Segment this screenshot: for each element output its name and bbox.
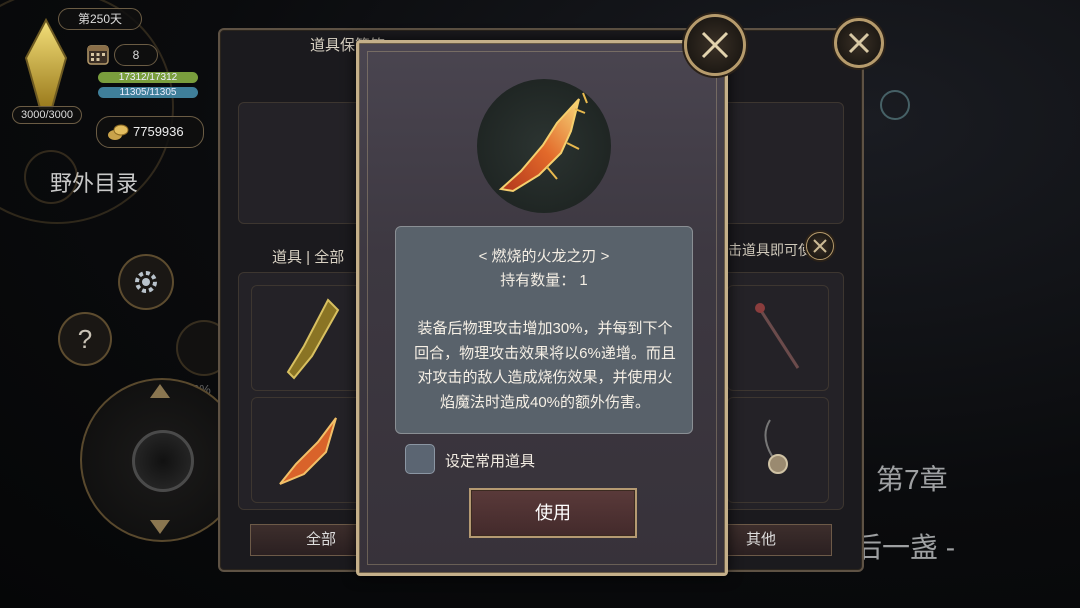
close-icon bbox=[848, 32, 870, 54]
gold-coins-icon bbox=[108, 124, 129, 140]
mp-bar: 11305/11305 bbox=[98, 87, 198, 98]
gold-amount: 7759936 bbox=[133, 124, 184, 139]
staff-icon bbox=[755, 303, 800, 369]
question-mark-icon: ? bbox=[77, 324, 93, 354]
calendar-count: 8 bbox=[114, 44, 158, 66]
use-button[interactable]: 使用 bbox=[469, 488, 637, 538]
item-slot[interactable] bbox=[251, 397, 363, 503]
item-description: 装备后物理攻击增加30%，并每到下个回合，物理攻击效果将以6%递增。而且对攻击的… bbox=[414, 320, 676, 411]
help-button[interactable]: ? bbox=[58, 312, 112, 366]
storage-close-button[interactable] bbox=[834, 18, 884, 68]
chapter-title: 第7章 bbox=[876, 464, 948, 495]
joystick-arrow-icon bbox=[150, 520, 170, 534]
joystick-knob[interactable] bbox=[132, 430, 194, 492]
joystick-arrow-icon bbox=[150, 384, 170, 398]
flame-dragon-blade-icon bbox=[279, 417, 337, 485]
category-label: 道具 | 全部 bbox=[272, 249, 345, 266]
item-icon-frame bbox=[477, 79, 611, 213]
scene-emblem-icon bbox=[880, 90, 910, 120]
set-favorite-label: 设定常用道具 bbox=[445, 453, 536, 470]
settings-button[interactable] bbox=[118, 254, 174, 310]
close-icon bbox=[813, 239, 827, 253]
calendar-icon[interactable] bbox=[86, 42, 110, 66]
close-icon bbox=[701, 31, 729, 59]
item-slot[interactable] bbox=[727, 397, 829, 503]
item-slot[interactable] bbox=[727, 285, 829, 391]
item-quantity: 持有数量： 1 bbox=[500, 272, 588, 289]
quick-use-toggle[interactable] bbox=[806, 232, 834, 260]
menu-grid-icon[interactable] bbox=[24, 150, 78, 204]
set-favorite-checkbox[interactable] bbox=[405, 444, 435, 474]
gear-icon bbox=[135, 271, 157, 293]
stamina-counter: 3000/3000 bbox=[12, 106, 82, 124]
day-counter: 第250天 bbox=[58, 8, 142, 30]
item-name: < 燃烧的火龙之刃 > bbox=[478, 248, 610, 265]
energy-crystal-icon bbox=[24, 18, 68, 109]
item-description-box: < 燃烧的火龙之刃 > 持有数量： 1 装备后物理攻击增加30%，并每到下个回合… bbox=[395, 226, 693, 434]
amulet-icon bbox=[764, 419, 788, 474]
hp-bar: 17312/17312 bbox=[98, 72, 198, 83]
item-detail-dialog: < 燃烧的火龙之刃 > 持有数量： 1 装备后物理攻击增加30%，并每到下个回合… bbox=[356, 40, 728, 576]
dialog-close-button[interactable] bbox=[684, 14, 746, 76]
flame-dragon-blade-icon bbox=[498, 92, 588, 193]
gold-display: 7759936 bbox=[96, 116, 204, 148]
item-slot[interactable] bbox=[251, 285, 363, 391]
hud: 第250天 8 17312/17312 11305/11305 3000/300… bbox=[0, 0, 244, 608]
golden-blade-icon bbox=[286, 298, 340, 380]
